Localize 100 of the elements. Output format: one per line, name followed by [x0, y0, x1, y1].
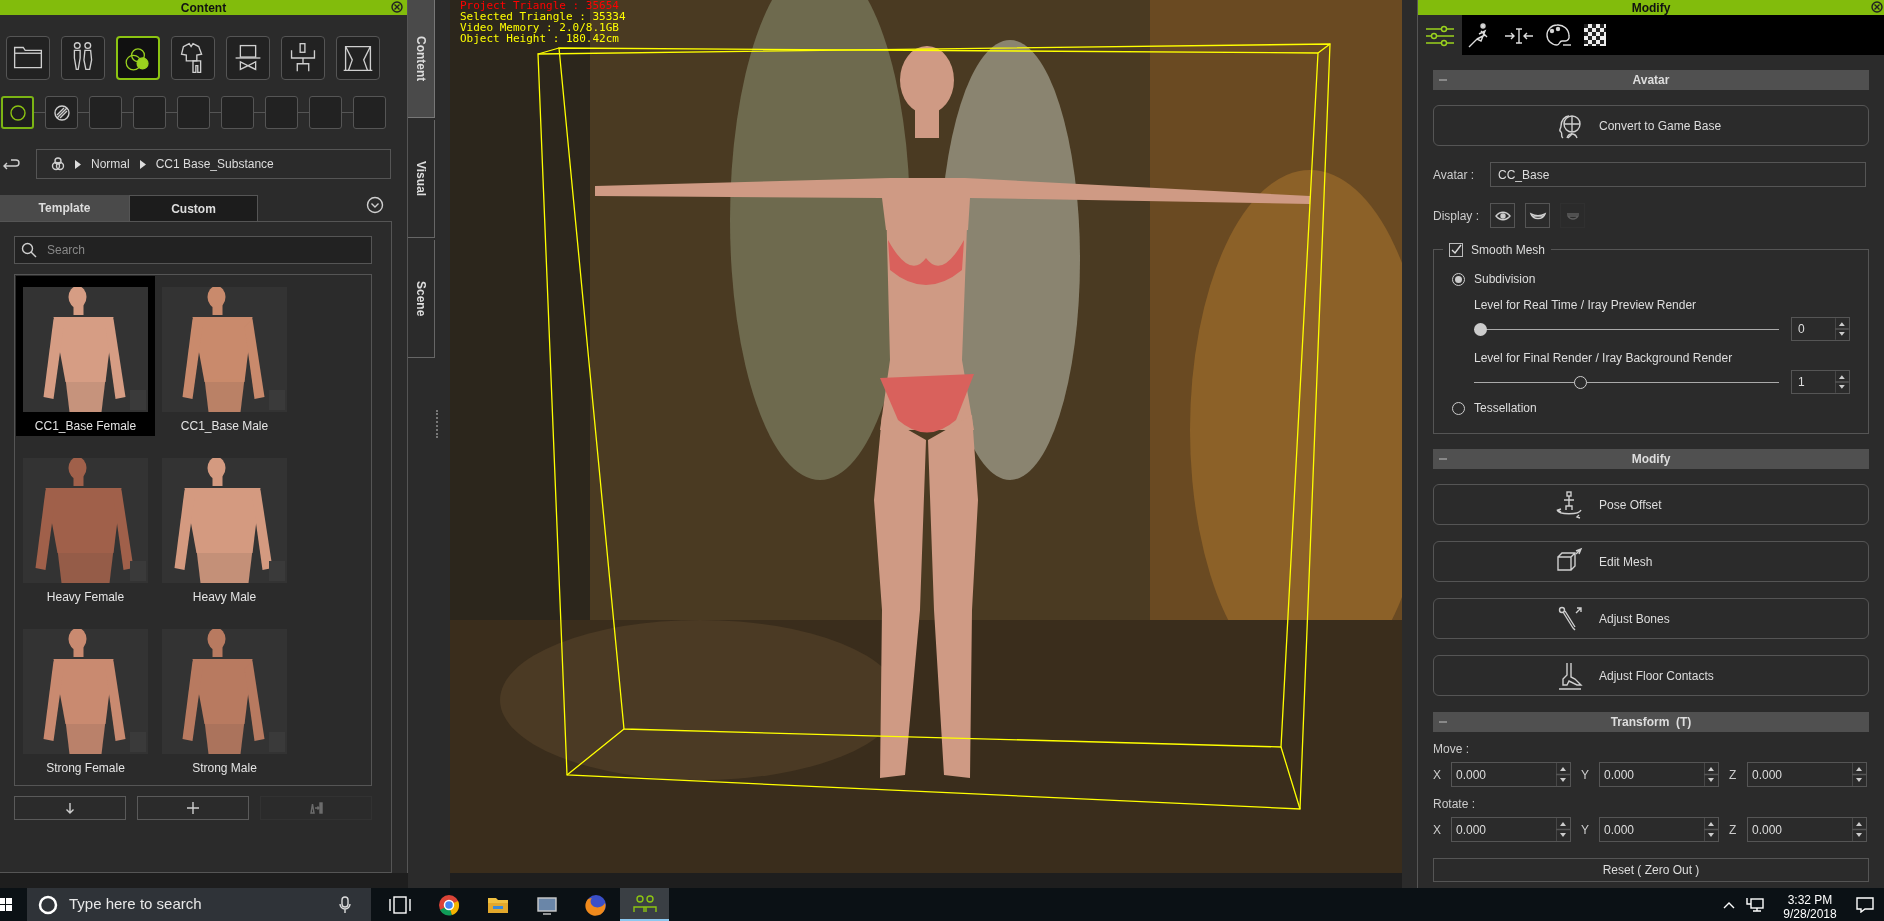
template-label: Heavy Female: [46, 589, 125, 606]
display-toggle[interactable]: [1490, 203, 1515, 228]
slider[interactable]: [1474, 375, 1779, 389]
clock-date: 9/28/2018: [1783, 906, 1837, 921]
prohibited-icon: [52, 103, 71, 122]
stepper-icon[interactable]: [1704, 818, 1718, 841]
number-field[interactable]: 0.000: [1599, 762, 1719, 787]
caret-icon: [139, 159, 146, 169]
checkbox[interactable]: [1449, 243, 1463, 257]
template-label: CC1_Base Male: [180, 418, 269, 435]
template-item[interactable]: Heavy Female: [16, 447, 155, 607]
template-label: CC1_Base Female: [34, 418, 137, 435]
axis-label: X: [1433, 821, 1442, 839]
template-label: Strong Male: [192, 760, 257, 777]
caret-icon: [75, 159, 81, 169]
section-title: Transform (T): [1610, 714, 1692, 731]
clock[interactable]: 3:32 PM 9/28/2018: [1780, 888, 1840, 921]
stepper-icon[interactable]: [1704, 763, 1718, 786]
tab[interactable]: Custom: [129, 195, 258, 221]
section-title: Avatar: [1632, 72, 1670, 89]
stepper-icon[interactable]: [1835, 318, 1849, 340]
stats-text: Video Memory : 2.0/8.1GB: [460, 22, 620, 33]
text-field[interactable]: CC_Base: [1490, 162, 1866, 187]
radio-label: Subdivision: [1474, 271, 1536, 288]
number-field[interactable]: 1: [1791, 370, 1850, 394]
action-button[interactable]: Pose Offset: [1433, 484, 1869, 525]
template-label: Heavy Male: [192, 589, 257, 606]
number-field[interactable]: 0.000: [1747, 817, 1867, 842]
stepper-icon[interactable]: [1852, 763, 1866, 786]
panel-title: Modify: [1631, 1, 1671, 14]
slider-thumb[interactable]: [1474, 322, 1487, 336]
template-item[interactable]: Heavy Male: [155, 447, 294, 607]
side-tab-label: Content: [413, 35, 429, 82]
slider[interactable]: [1474, 322, 1779, 336]
stats-text: Project Triangle : 35654: [460, 0, 620, 11]
section-title: Modify: [1631, 451, 1671, 468]
action-button[interactable]: Adjust Bones: [1433, 598, 1869, 639]
number-field[interactable]: 0.000: [1451, 762, 1571, 787]
side-tab[interactable]: Content: [408, 0, 435, 118]
filter-slot[interactable]: [45, 96, 78, 129]
back-icon[interactable]: [1, 157, 21, 171]
search-field[interactable]: Search: [14, 236, 372, 264]
close-icon[interactable]: [391, 1, 403, 13]
template-item[interactable]: CC1_Base Female: [16, 276, 155, 436]
category-tab[interactable]: [116, 36, 160, 80]
number-field[interactable]: 0.000: [1747, 762, 1867, 787]
section-header[interactable]: Modify: [1433, 449, 1869, 469]
stepper-icon[interactable]: [1835, 371, 1849, 393]
toolbar-tab[interactable]: [1418, 15, 1462, 55]
clock-time: 3:32 PM: [1787, 892, 1833, 907]
number-field[interactable]: 0.000: [1599, 817, 1719, 842]
checkbox-label: Smooth Mesh: [1471, 242, 1546, 259]
resize-handle[interactable]: [436, 410, 439, 438]
display-toggle[interactable]: [1525, 203, 1550, 228]
axis-label: Y: [1581, 766, 1590, 784]
axis-label: Y: [1581, 821, 1590, 839]
reset-button[interactable]: Reset ( Zero Out ): [1433, 858, 1869, 882]
category-tab[interactable]: [6, 36, 50, 80]
chevron-down-icon[interactable]: [366, 196, 384, 214]
radio-label: Tessellation: [1474, 400, 1537, 417]
axis-label: X: [1433, 766, 1442, 784]
section-header[interactable]: Avatar: [1433, 70, 1869, 90]
category-tab[interactable]: [171, 36, 215, 80]
search-icon: [21, 242, 37, 258]
side-tab[interactable]: Scene: [408, 240, 435, 358]
breadcrumb-item[interactable]: CC1 Base_Substance: [155, 155, 274, 173]
close-icon[interactable]: [1871, 1, 1883, 13]
stepper-icon[interactable]: [1556, 763, 1570, 786]
template-item[interactable]: Strong Female: [16, 618, 155, 778]
breadcrumb-item[interactable]: Normal: [91, 155, 130, 173]
taskbar-app[interactable]: [620, 888, 669, 921]
action-button[interactable]: Adjust Floor Contacts: [1433, 655, 1869, 696]
field-label: Display :: [1433, 207, 1480, 225]
category-tab[interactable]: [61, 36, 105, 80]
microphone-icon: [339, 895, 351, 914]
notification-icon[interactable]: [1856, 896, 1874, 913]
category-tab[interactable]: [336, 36, 380, 80]
stepper-icon[interactable]: [1852, 818, 1866, 841]
tab[interactable]: Template: [0, 195, 129, 221]
filter-slot[interactable]: [1, 96, 34, 129]
number-field[interactable]: 0: [1791, 317, 1850, 341]
number-field[interactable]: 0.000: [1451, 817, 1571, 842]
section-header[interactable]: Transform (T): [1433, 712, 1869, 732]
axis-label: Z: [1729, 766, 1738, 784]
template-item[interactable]: Strong Male: [155, 618, 294, 778]
side-tab[interactable]: Visual: [408, 120, 435, 238]
category-tab[interactable]: [281, 36, 325, 80]
stepper-icon[interactable]: [1556, 818, 1570, 841]
circle-icon: [8, 103, 27, 122]
action-button[interactable]: Edit Mesh: [1433, 541, 1869, 582]
network-icon[interactable]: [1746, 896, 1764, 913]
action-button[interactable]: Convert to Game Base: [1433, 105, 1869, 146]
side-tab-label: Visual: [413, 160, 429, 197]
field-label: Rotate :: [1433, 796, 1477, 813]
material-icon[interactable]: [51, 157, 65, 171]
template-item[interactable]: CC1_Base Male: [155, 276, 294, 436]
axis-label: Z: [1729, 821, 1738, 839]
slider-thumb[interactable]: [1573, 375, 1587, 389]
category-tab[interactable]: [226, 36, 270, 80]
taskbar-search[interactable]: Type here to search: [27, 888, 371, 921]
